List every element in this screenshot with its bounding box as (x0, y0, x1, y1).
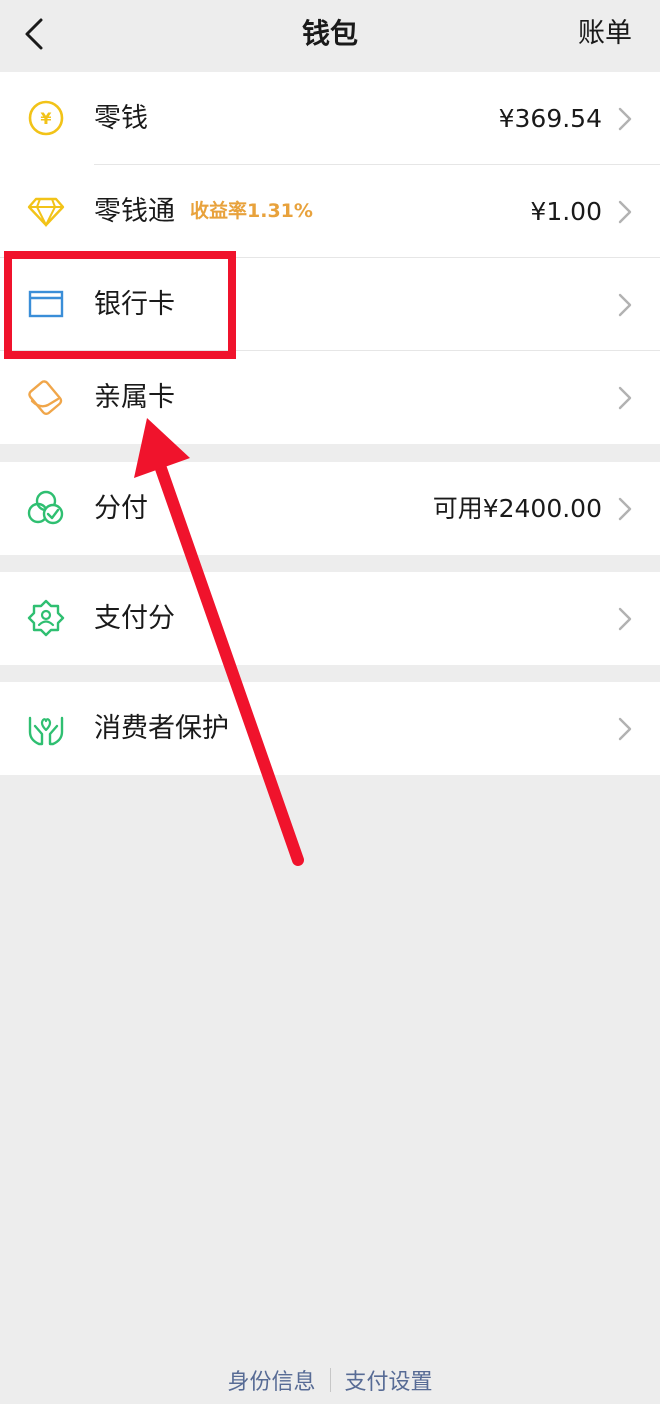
chevron-right-icon (618, 497, 632, 521)
row-family-card[interactable]: 亲属卡 (0, 351, 660, 444)
family-card-icon (26, 377, 66, 417)
row-label: 零钱通 (94, 196, 175, 227)
yield-rate-badge: 收益率1.31% (190, 200, 313, 222)
pay-score-group: 支付分 (0, 572, 660, 665)
row-fenfu[interactable]: 分付 可用¥2400.00 (0, 462, 660, 555)
row-label: 消费者保护 (94, 713, 229, 744)
fenfu-group: 分付 可用¥2400.00 (0, 462, 660, 555)
page-title: 钱包 (301, 17, 358, 50)
chevron-right-icon (618, 386, 632, 410)
row-bank-card[interactable]: 银行卡 (0, 258, 660, 351)
bill-button[interactable]: 账单 (578, 14, 632, 54)
pay-score-icon (26, 598, 66, 638)
nav-bar: 钱包 账单 (0, 0, 660, 72)
consumer-protection-group: 消费者保护 (0, 682, 660, 775)
bank-card-icon (26, 284, 66, 324)
row-label: 支付分 (94, 603, 175, 634)
svg-text:¥: ¥ (40, 109, 51, 128)
chevron-right-icon (618, 293, 632, 317)
row-pay-score[interactable]: 支付分 (0, 572, 660, 665)
row-label: 银行卡 (94, 289, 175, 320)
chevron-right-icon (618, 607, 632, 631)
footer-divider (329, 1368, 331, 1392)
row-lingqiantong[interactable]: 零钱通 收益率1.31% ¥1.00 (0, 165, 660, 258)
wallet-group: ¥ 零钱 ¥369.54 零钱通 收益率1.31% ¥1.00 银行卡 亲属卡 (0, 72, 660, 444)
row-consumer-protection[interactable]: 消费者保护 (0, 682, 660, 775)
chevron-right-icon (618, 107, 632, 131)
identity-info-link[interactable]: 身份信息 (227, 1364, 315, 1396)
consumer-protection-icon (26, 708, 66, 748)
fenfu-icon (26, 488, 66, 528)
diamond-icon (26, 191, 66, 231)
chevron-right-icon (618, 717, 632, 741)
fenfu-available: 可用¥2400.00 (432, 494, 602, 523)
row-change[interactable]: ¥ 零钱 ¥369.54 (0, 72, 660, 165)
footer-links: 身份信息 支付设置 (0, 1362, 660, 1398)
row-label: 分付 (94, 493, 148, 524)
yuan-coin-icon: ¥ (26, 98, 66, 138)
change-balance: ¥369.54 (498, 104, 602, 133)
row-label: 零钱 (94, 103, 148, 134)
payment-settings-link[interactable]: 支付设置 (345, 1364, 433, 1396)
chevron-right-icon (618, 200, 632, 224)
lingqiantong-balance: ¥1.00 (530, 197, 602, 226)
row-label: 亲属卡 (94, 382, 175, 413)
